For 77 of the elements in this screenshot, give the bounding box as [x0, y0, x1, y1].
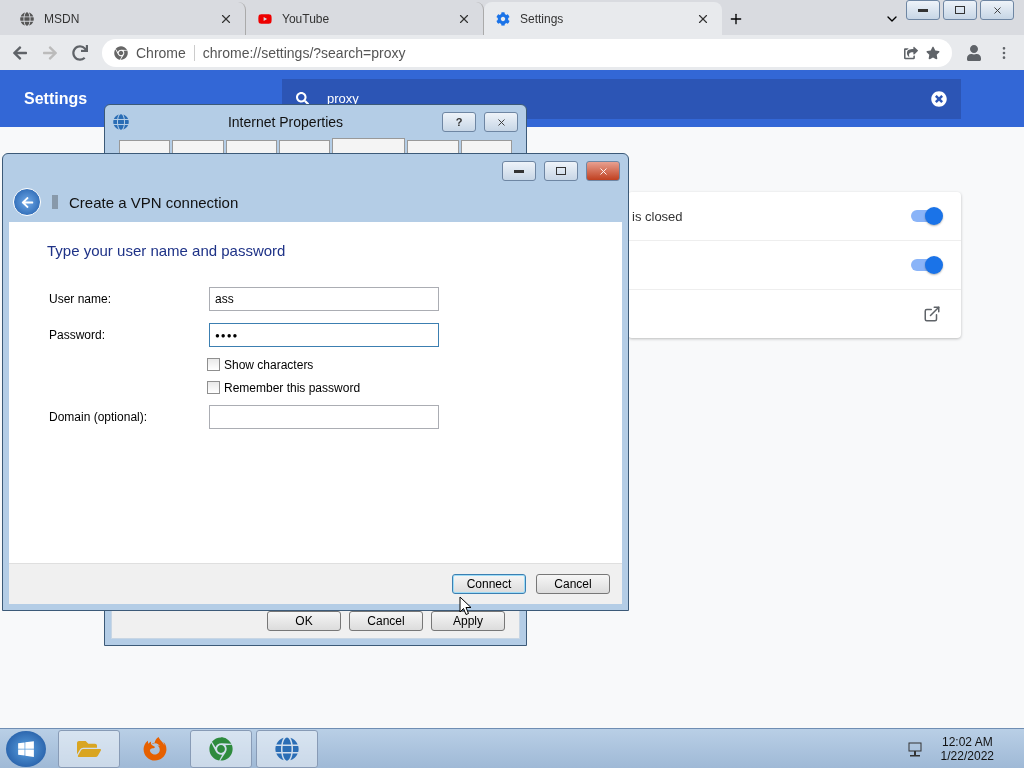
- search-icon: [296, 92, 309, 105]
- tab-title: YouTube: [282, 11, 331, 26]
- dialog-button[interactable]: Cancel: [349, 611, 423, 631]
- url-text: chrome://settings/?search=proxy: [202, 44, 407, 61]
- play-button-icon: [258, 11, 272, 26]
- new-tab-icon[interactable]: [728, 11, 744, 27]
- help-button[interactable]: ?: [442, 112, 476, 132]
- taskbar-app-button[interactable]: [256, 729, 318, 768]
- back-icon[interactable]: [12, 44, 28, 61]
- setting-label: is closed: [632, 208, 683, 224]
- gear-icon: [496, 11, 510, 26]
- close-button[interactable]: [586, 161, 620, 181]
- toggle-switch[interactable]: [911, 259, 941, 271]
- reload-icon[interactable]: [72, 44, 88, 61]
- field-label: Password:: [48, 328, 107, 342]
- network-icon[interactable]: [906, 740, 925, 757]
- checkbox[interactable]: [207, 381, 220, 394]
- clock-date: 1/22/2022: [940, 748, 994, 763]
- modem-icon: [51, 194, 59, 210]
- dialog-tab[interactable]: [225, 140, 277, 153]
- dialog-tab[interactable]: [407, 140, 459, 153]
- field-label: Domain (optional):: [48, 410, 149, 424]
- taskbar-app-button[interactable]: [190, 729, 252, 768]
- dialog-tab[interactable]: [460, 140, 512, 153]
- field-label: User name:: [48, 292, 113, 306]
- dialog-button[interactable]: OK: [267, 611, 341, 631]
- checkbox-label: Remember this password: [224, 380, 361, 395]
- back-button[interactable]: [13, 188, 41, 216]
- input-field[interactable]: ●●●●: [209, 323, 439, 347]
- minimize-button[interactable]: [502, 161, 536, 181]
- fox-browser-icon: [143, 736, 167, 761]
- arrow-left-icon: [20, 195, 34, 209]
- globe-icon: [275, 736, 299, 761]
- site-label: Chrome: [136, 44, 186, 61]
- dialog-tab[interactable]: [172, 140, 224, 153]
- input-field[interactable]: [209, 405, 439, 429]
- start-button[interactable]: [6, 730, 46, 767]
- checkbox-label: Show characters: [224, 357, 314, 372]
- dialog-tab[interactable]: [332, 138, 406, 153]
- clock-time: 12:02 AM: [941, 734, 993, 749]
- toggle-switch[interactable]: [911, 210, 941, 222]
- share-icon[interactable]: [904, 45, 918, 60]
- dialog-button[interactable]: Connect: [452, 574, 526, 594]
- dialog-title: Create a VPN connection: [69, 193, 239, 211]
- windows-logo-icon: [17, 739, 35, 758]
- browser-tab[interactable]: Settings: [484, 2, 722, 35]
- minimize-button[interactable]: [906, 0, 940, 20]
- checkbox[interactable]: [207, 358, 220, 371]
- address-bar[interactable]: Chrome chrome://settings/?search=proxy: [102, 38, 952, 67]
- maximize-button[interactable]: [544, 161, 578, 181]
- chrome-logo-icon: [209, 736, 233, 761]
- star-icon[interactable]: [926, 45, 940, 60]
- dialog-heading: Type your user name and password: [47, 242, 287, 259]
- mouse-pointer-icon: [459, 596, 472, 616]
- tab-title: MSDN: [44, 11, 81, 26]
- dialog-button[interactable]: Apply: [431, 611, 505, 631]
- chrome-logo-icon: [114, 45, 128, 60]
- settings-title: Settings: [23, 89, 89, 108]
- close-icon: [991, 4, 1003, 16]
- profile-icon[interactable]: [966, 44, 982, 61]
- restore-button[interactable]: [943, 0, 977, 20]
- globe-icon: [113, 114, 129, 130]
- globe-icon: [20, 11, 34, 26]
- minimize-icon: [514, 169, 524, 173]
- external-link-icon[interactable]: [923, 305, 941, 323]
- input-field[interactable]: ass: [209, 287, 439, 311]
- dialog-button[interactable]: Cancel: [536, 574, 610, 594]
- tab-title: Settings: [520, 11, 565, 26]
- dialog-tab[interactable]: [279, 140, 331, 153]
- close-icon: [597, 165, 609, 177]
- close-button[interactable]: [484, 112, 518, 132]
- clear-search-icon[interactable]: [931, 90, 947, 107]
- close-icon: [495, 116, 507, 128]
- maximize-icon: [556, 167, 566, 175]
- dialog-tab[interactable]: [119, 140, 171, 153]
- minimize-icon: [918, 8, 928, 12]
- maximize-icon: [955, 6, 965, 14]
